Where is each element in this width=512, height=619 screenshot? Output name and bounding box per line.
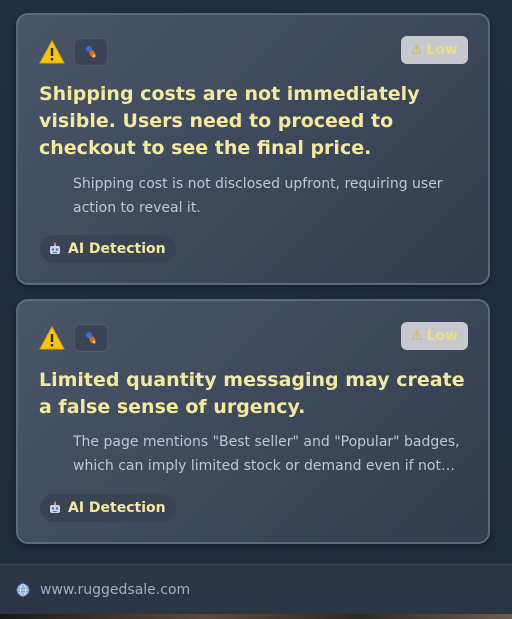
globe-icon [16,583,30,596]
severity-label: Low [426,328,458,344]
warning-small-icon: ⚠ [410,328,423,344]
site-footer: www.ruggedsale.com [0,564,512,614]
warning-icon [39,326,65,350]
severity-label: Low [426,42,458,58]
page-content-peek [0,614,512,619]
ai-detection-tag: AI Detection [40,235,176,263]
ai-detection-tag: AI Detection [40,494,176,522]
site-url[interactable]: www.ruggedsale.com [40,582,190,598]
ai-detection-label: AI Detection [68,241,166,257]
severity-badge: ⚠ Low [400,36,468,64]
robot-icon [50,501,60,513]
inspector-tool-icon[interactable] [74,38,108,66]
finding-title: Shipping costs are not immediately visib… [39,83,420,159]
finding-card[interactable]: ⚠ Low Shipping costs are not immediately… [16,13,490,285]
warning-icon [39,40,65,64]
finding-description: Shipping cost is not disclosed upfront, … [73,176,443,216]
findings-panel: ⚠ Low Shipping costs are not immediately… [0,0,512,564]
inspector-tool-icon[interactable] [74,324,108,352]
ai-detection-label: AI Detection [68,500,166,516]
finding-description: The page mentions "Best seller" and "Pop… [73,434,460,474]
finding-title: Limited quantity messaging may create a … [39,369,465,418]
severity-badge: ⚠ Low [400,322,468,350]
warning-small-icon: ⚠ [410,42,423,58]
finding-card[interactable]: ⚠ Low Limited quantity messaging may cre… [16,299,490,544]
robot-icon [50,242,60,254]
